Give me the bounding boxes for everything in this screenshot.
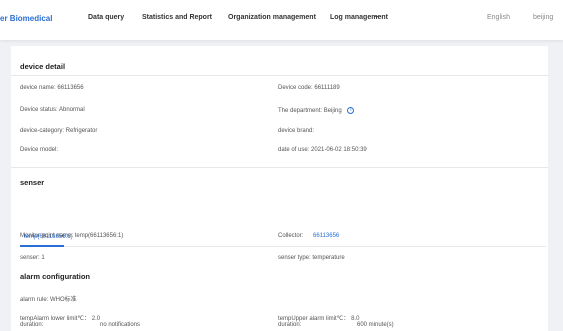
collector-link[interactable]: 66113656 xyxy=(313,233,339,239)
device-detail-panel: device detail device name: 66113656 Devi… xyxy=(11,46,548,331)
device-category-value: Refrigerator xyxy=(65,128,98,134)
duration-label-right: duration: xyxy=(278,322,302,328)
lower-limit-field: tempAlarm lower limit℃： 2.0 xyxy=(20,313,100,322)
nav-organization-management[interactable]: Organization management xyxy=(228,14,316,21)
senser-label: senser: xyxy=(20,255,40,261)
duration-value-left: no notifications xyxy=(100,322,141,328)
device-status-field: Device status: Abnormal xyxy=(20,107,85,113)
senser-type-label: senser type: xyxy=(278,255,311,261)
top-navigation-bar: er Biomedical Data query Statistics and … xyxy=(0,0,563,40)
senser-title: senser xyxy=(20,178,45,187)
date-of-use-field: date of use: 2021-06-02 18:50:39 xyxy=(278,147,367,153)
lower-limit-value: 2.0 xyxy=(91,316,101,322)
duration-label-left: duration: xyxy=(20,322,44,328)
date-of-use-value: 2021-06-02 18:50:39 xyxy=(311,147,367,153)
device-name-field: device name: 66113656 xyxy=(20,85,84,91)
section-divider xyxy=(11,75,548,76)
device-brand-field: device brand: xyxy=(278,128,314,134)
device-detail-title: device detail xyxy=(20,62,66,71)
alarm-rule-value: WHO标准 xyxy=(50,297,77,303)
info-icon[interactable]: i xyxy=(347,107,355,114)
vertical-scrollbar[interactable] xyxy=(548,46,563,331)
senser-type-field: senser type: temperature xyxy=(278,255,345,261)
alarm-rule-field: alarm rule: WHO标准 xyxy=(20,294,77,303)
tab-bar-divider xyxy=(20,246,546,247)
monitor-point-label: Monitor point name: xyxy=(20,233,74,239)
alarm-configuration-title: alarm configuration xyxy=(20,272,91,281)
upper-limit-field: tempUpper alarm limit℃： 8.0 xyxy=(278,313,359,322)
more-menu-icon[interactable]: ··· xyxy=(374,12,382,21)
device-category-label: device-category: xyxy=(20,128,65,134)
device-model-label: Device model: xyxy=(20,147,59,153)
department-field: The department: Beijing i xyxy=(278,107,355,115)
brand-logo-text[interactable]: er Biomedical xyxy=(0,14,52,23)
device-status-label: Device status: xyxy=(20,107,58,113)
department-value: Beijing xyxy=(323,108,342,115)
device-code-label: Device code: xyxy=(278,85,313,91)
date-of-use-label: date of use: xyxy=(278,147,310,153)
duration-value-right: 600 minute(s) xyxy=(357,322,394,328)
device-model-field: Device model: xyxy=(20,147,58,153)
nav-data-query[interactable]: Data query xyxy=(88,14,124,21)
device-category-field: device-category: Refrigerator xyxy=(20,128,97,134)
device-status-value: Abnormal xyxy=(59,107,85,113)
device-brand-label: device brand: xyxy=(278,128,315,134)
language-switch[interactable]: English xyxy=(487,14,510,21)
section-divider xyxy=(11,167,548,168)
senser-value: 1 xyxy=(41,255,45,261)
device-name-label: device name: xyxy=(20,85,56,91)
alarm-rule-label: alarm rule: xyxy=(20,297,49,303)
active-tab-indicator xyxy=(20,245,64,247)
device-name-value: 66113656 xyxy=(57,85,84,91)
collector-field: Collector: 66113656 xyxy=(278,233,339,239)
city-selector[interactable]: beijing xyxy=(533,14,553,21)
department-label: The department: xyxy=(278,108,323,115)
device-code-field: Device code: 66111189 xyxy=(278,85,340,91)
monitor-point-field: Monitor point name: temp(66113656:1) xyxy=(20,233,123,239)
senser-field: senser: 1 xyxy=(20,255,45,261)
device-code-value: 66111189 xyxy=(314,85,340,91)
senser-type-value: temperature xyxy=(312,255,345,261)
nav-statistics-and-report[interactable]: Statistics and Report xyxy=(142,14,212,21)
collector-label: Collector: xyxy=(278,233,304,239)
monitor-point-value: temp(66113656:1) xyxy=(74,233,124,239)
